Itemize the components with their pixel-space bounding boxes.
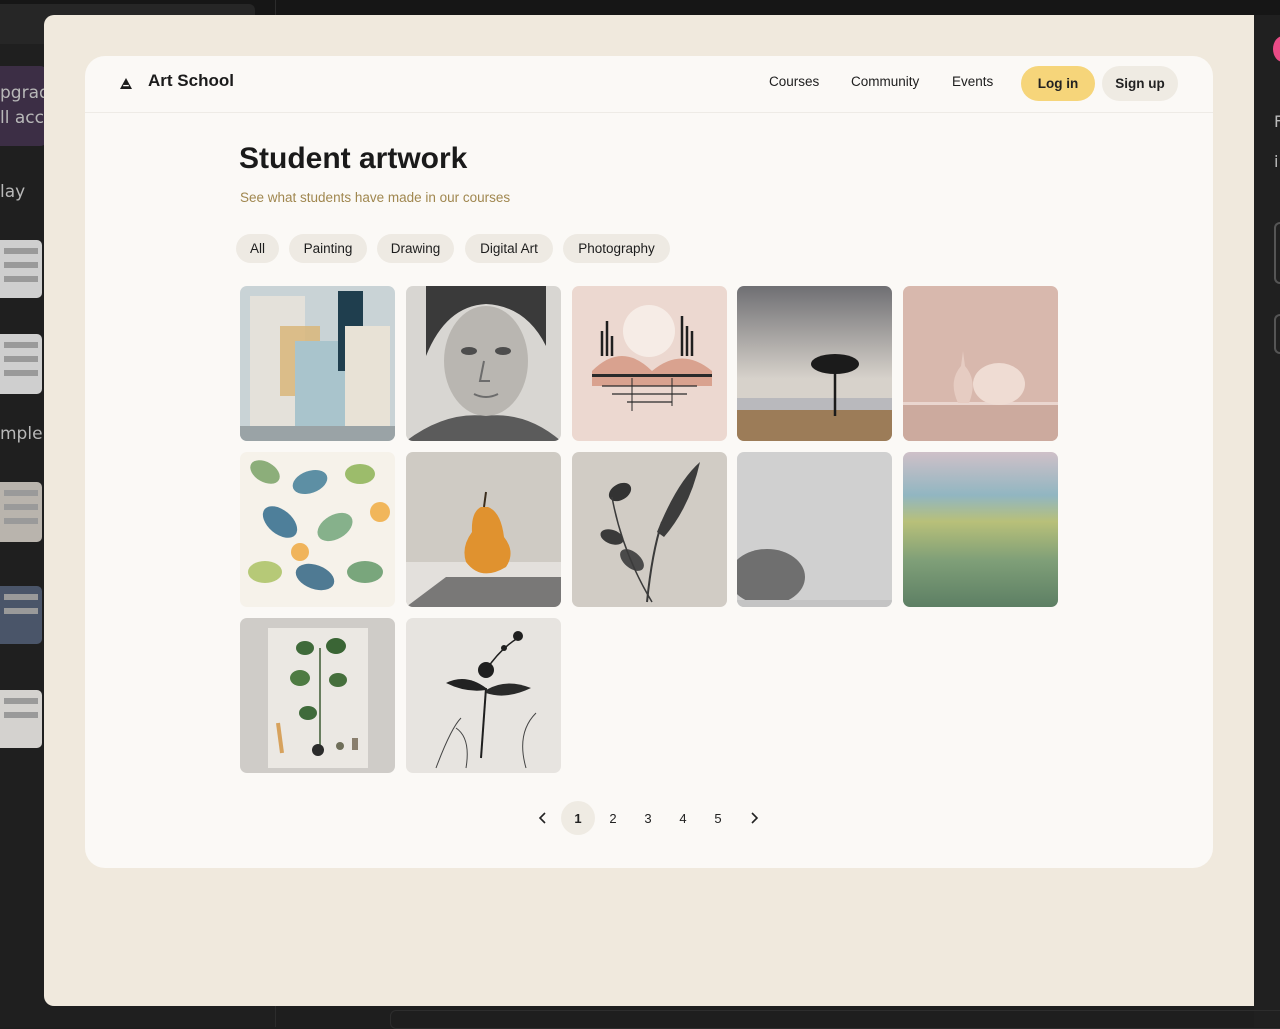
chevron-left-icon — [538, 812, 546, 824]
pagination-page-3[interactable]: 3 — [631, 801, 665, 835]
login-button[interactable]: Log in — [1021, 66, 1095, 101]
nav-link-events[interactable]: Events — [952, 74, 993, 89]
logo-text[interactable]: Art School — [148, 71, 234, 91]
filter-drawing[interactable]: Drawing — [377, 234, 454, 263]
artwork-pear-still-life[interactable] — [406, 452, 561, 607]
artwork-abstract-blue-painting[interactable] — [240, 286, 395, 441]
page-title: Student artwork — [239, 142, 468, 175]
background-thumbnail — [0, 482, 42, 542]
artwork-lone-tree-landscape[interactable] — [737, 286, 892, 441]
artwork-watercolor-leaves-pattern[interactable] — [240, 452, 395, 607]
filter-digital-art[interactable]: Digital Art — [465, 234, 553, 263]
background-upgrade-text: pgrad — [0, 83, 50, 103]
pagination-page-1[interactable]: 1 — [561, 801, 595, 835]
logo-icon — [120, 78, 132, 89]
artwork-pink-landscape-illustration[interactable] — [572, 286, 727, 441]
page-card: Art School Courses Community Events Log … — [85, 56, 1213, 868]
background-thumbnail — [0, 690, 42, 748]
background-right-box — [1274, 222, 1280, 284]
artwork-pressed-plant-collage[interactable] — [240, 618, 395, 773]
preview-modal: Art School Courses Community Events Log … — [44, 15, 1254, 1006]
background-thumbnail — [0, 240, 42, 298]
signup-button[interactable]: Sign up — [1102, 66, 1178, 101]
background-upgrade-text-2: ll acc — [0, 108, 44, 128]
background-sample-label: mple — [0, 424, 43, 444]
top-nav: Art School Courses Community Events Log … — [85, 56, 1213, 113]
pagination-page-2[interactable]: 2 — [596, 801, 630, 835]
filter-painting[interactable]: Painting — [289, 234, 367, 263]
artwork-pink-still-life-vases[interactable] — [903, 286, 1058, 441]
pagination-prev[interactable] — [526, 801, 560, 835]
background-bottom-bar — [390, 1010, 1280, 1029]
artwork-ink-flower-drawing[interactable] — [406, 618, 561, 773]
artwork-misty-tree[interactable] — [737, 452, 892, 607]
background-right-box-2 — [1274, 314, 1280, 354]
background-thumbnail — [0, 586, 42, 644]
background-thumbnail — [0, 334, 42, 394]
filter-all[interactable]: All — [236, 234, 279, 263]
background-right-text: F — [1274, 112, 1280, 131]
chevron-right-icon — [751, 812, 759, 824]
pagination-page-5[interactable]: 5 — [701, 801, 735, 835]
background-upgrade-banner — [0, 66, 48, 146]
pagination-page-4[interactable]: 4 — [666, 801, 700, 835]
background-right-text-2: i — [1274, 152, 1279, 171]
pagination-next[interactable] — [737, 801, 771, 835]
nav-link-community[interactable]: Community — [851, 74, 919, 89]
artwork-leaf-silhouette[interactable] — [572, 452, 727, 607]
filter-photography[interactable]: Photography — [563, 234, 670, 263]
artwork-green-meadow-painting[interactable] — [903, 452, 1058, 607]
nav-link-courses[interactable]: Courses — [769, 74, 819, 89]
background-day-label: lay — [0, 182, 26, 202]
page-subtitle: See what students have made in our cours… — [240, 190, 511, 205]
artwork-pencil-portrait[interactable] — [406, 286, 561, 441]
